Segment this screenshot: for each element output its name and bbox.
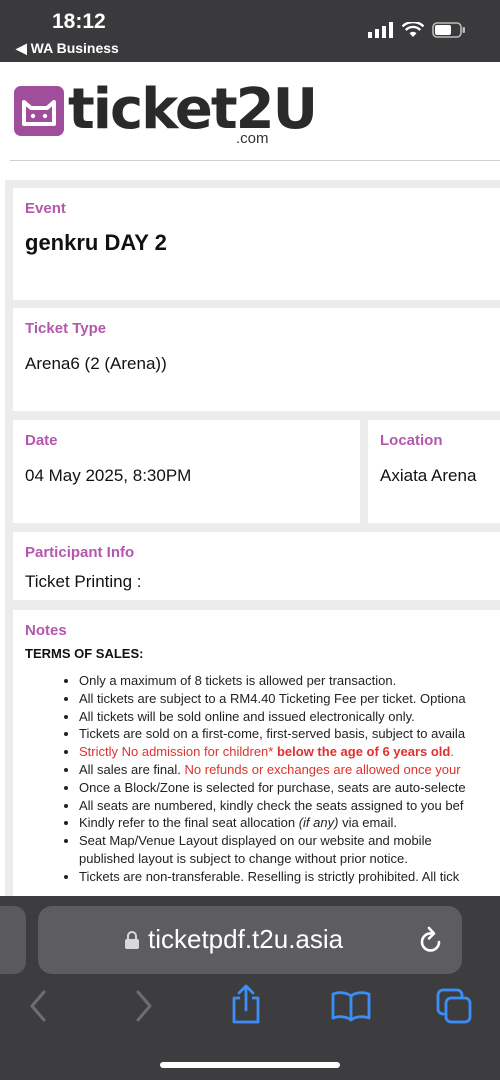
ticket-type-value: Arena6 (2 (Arena)) xyxy=(25,354,167,373)
bookmarks-icon[interactable] xyxy=(330,990,372,1022)
participant-label: Participant Info xyxy=(25,544,135,561)
date-value: 04 May 2025, 8:30PM xyxy=(25,466,192,485)
terms-item: Once a Block/Zone is selected for purcha… xyxy=(79,779,500,797)
terms-item: Tickets are sold on a first-come, first-… xyxy=(79,725,500,743)
participant-value: Ticket Printing : xyxy=(25,572,142,591)
terms-item: Strictly No admission for children* belo… xyxy=(79,743,500,761)
home-indicator xyxy=(160,1062,340,1068)
previous-tab-preview[interactable] xyxy=(0,906,26,974)
back-chevron-icon[interactable] xyxy=(26,988,50,1024)
event-name: genkru DAY 2 xyxy=(25,230,167,255)
tabs-icon[interactable] xyxy=(436,988,474,1024)
event-label: Event xyxy=(25,200,66,217)
terms-item: Tickets are non-transferable. Reselling … xyxy=(79,868,500,886)
clock: 18:12 xyxy=(52,10,106,33)
share-icon[interactable] xyxy=(228,984,264,1024)
lock-icon xyxy=(125,931,139,949)
ticket-type-card: Ticket Type Arena6 (2 (Arena)) xyxy=(13,308,500,411)
terms-item: All sales are final. No refunds or excha… xyxy=(79,761,500,779)
terms-heading: TERMS OF SALES: xyxy=(25,646,144,661)
terms-item: Seat Map/Venue Layout displayed on our w… xyxy=(79,832,500,868)
ticket-details-panel: Event genkru DAY 2 Ticket Type Arena6 (2… xyxy=(5,180,500,902)
via-email-text: via email. xyxy=(342,815,397,831)
date-card: Date 04 May 2025, 8:30PM xyxy=(13,420,360,523)
age-limit: below the age of 6 years old xyxy=(276,744,451,760)
location-card: Location Axiata Arena xyxy=(368,420,500,523)
status-icons xyxy=(368,22,466,38)
cellular-signal-icon xyxy=(368,22,393,38)
participant-card: Participant Info Ticket Printing : xyxy=(13,532,500,600)
browser-toolbar: ticketpdf.t2u.asia xyxy=(0,896,500,1080)
ticket-type-label: Ticket Type xyxy=(25,320,107,337)
terms-item: All tickets are subject to a RM4.40 Tick… xyxy=(79,690,500,708)
divider xyxy=(10,160,500,161)
terms-item: Kindly refer to the final seat allocatio… xyxy=(79,814,500,832)
battery-icon xyxy=(432,22,465,38)
wifi-icon xyxy=(402,22,424,37)
terms-list: Only a maximum of 8 tickets is allowed p… xyxy=(25,672,500,886)
terms-item: Only a maximum of 8 tickets is allowed p… xyxy=(79,672,500,690)
no-refunds: No refunds or exchanges are allowed once… xyxy=(184,761,461,777)
reload-icon[interactable] xyxy=(418,926,444,954)
notes-label: Notes xyxy=(25,622,67,639)
ticket2u-logo: ticket2U .com xyxy=(14,74,318,154)
if-any-note: (if any) xyxy=(298,815,339,831)
children-warning: Strictly No admission for children* xyxy=(79,744,274,760)
seat-map-text-cont: published layout is subject to change wi… xyxy=(79,850,408,866)
logo-suffix: .com xyxy=(236,130,269,147)
web-page: ticket2U .com Event genkru DAY 2 Ticket … xyxy=(0,62,500,902)
address-bar[interactable]: ticketpdf.t2u.asia xyxy=(38,906,462,974)
terms-item: All tickets will be sold online and issu… xyxy=(79,708,500,726)
back-to-app-link[interactable]: ◀ WA Business xyxy=(16,40,119,57)
url-text: ticketpdf.t2u.asia xyxy=(148,924,344,954)
event-card: Event genkru DAY 2 xyxy=(13,188,500,300)
seat-map-text: Seat Map/Venue Layout displayed on our w… xyxy=(79,833,432,849)
cat-logo-icon xyxy=(14,86,64,136)
logo-wordmark: ticket2U xyxy=(68,77,318,142)
location-value: Axiata Arena xyxy=(380,466,477,485)
notes-card: Notes TERMS OF SALES: Only a maximum of … xyxy=(13,610,500,902)
location-label: Location xyxy=(380,432,443,449)
forward-chevron-icon[interactable] xyxy=(132,988,156,1024)
seat-allocation-text: Kindly refer to the final seat allocatio… xyxy=(79,815,296,831)
terms-item: All seats are numbered, kindly check the… xyxy=(79,797,500,815)
status-bar: 18:12 ◀ WA Business xyxy=(0,0,500,62)
date-label: Date xyxy=(25,432,58,449)
sales-final: All sales are final. xyxy=(79,761,181,777)
